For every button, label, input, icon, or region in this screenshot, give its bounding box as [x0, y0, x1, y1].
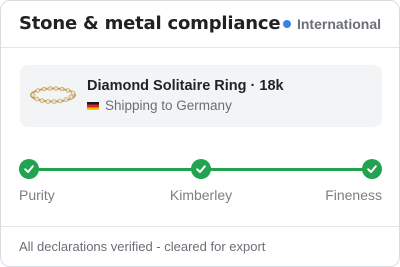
- status-label: International: [296, 16, 381, 32]
- card-title: Stone & metal compliance: [19, 13, 281, 34]
- check-icon: [196, 165, 206, 173]
- product-summary: Diamond Solitaire Ring · 18k Shipping to…: [20, 65, 382, 127]
- shipping-destination: Shipping to Germany: [87, 98, 232, 113]
- step-purity-check: [19, 159, 39, 179]
- product-name: Diamond Solitaire Ring · 18k: [87, 78, 284, 94]
- step-label-fineness: Fineness: [325, 187, 382, 203]
- ring-band-icon: [30, 86, 76, 104]
- shipping-label: Shipping to Germany: [105, 98, 232, 113]
- germany-flag-icon: [87, 101, 99, 110]
- card-footer: All declarations verified - cleared for …: [1, 226, 399, 266]
- verification-message: All declarations verified - cleared for …: [19, 239, 266, 254]
- step-fineness-check: [362, 159, 382, 179]
- check-icon: [367, 165, 377, 173]
- step-label-purity: Purity: [19, 187, 55, 203]
- compliance-card: Stone & metal compliance International D…: [0, 0, 400, 267]
- step-kimberley-check: [191, 159, 211, 179]
- card-header: Stone & metal compliance International: [1, 1, 399, 48]
- check-icon: [24, 165, 34, 173]
- status-dot-icon: [282, 20, 291, 28]
- step-label-kimberley: Kimberley: [169, 187, 233, 203]
- compliance-progress: Purity Kimberley Fineness: [1, 156, 399, 206]
- status-indicator: International: [282, 16, 381, 32]
